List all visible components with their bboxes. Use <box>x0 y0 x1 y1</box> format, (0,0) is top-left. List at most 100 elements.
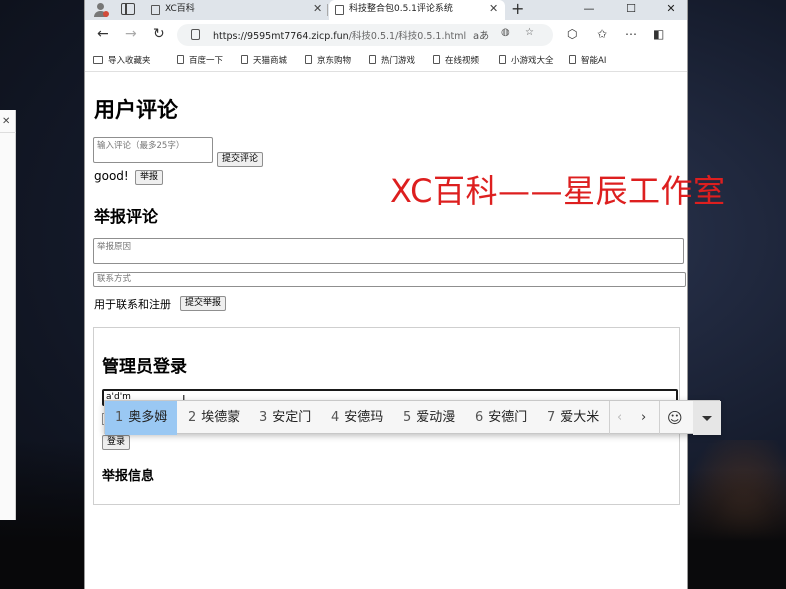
url-path: /科技0.5.1/科技0.5.1.html <box>348 31 467 42</box>
ime-candidate-text: 爱动漫 <box>416 410 456 425</box>
tab-actions-icon[interactable] <box>121 3 135 15</box>
ime-candidate[interactable]: 7 爱大米 <box>537 401 609 435</box>
address-bar[interactable]: https://9595mt7764.zicp.fun/科技0.5.1/科技0.… <box>177 24 553 46</box>
favorite-label: 导入收藏夹 <box>108 56 151 66</box>
chevron-down-icon <box>702 416 712 421</box>
ime-candidate[interactable]: 3 安定门 <box>249 401 321 435</box>
favorite-video[interactable]: 在线视频 <box>433 54 479 68</box>
ime-candidate[interactable]: 4 安德玛 <box>321 401 393 435</box>
comment-input[interactable]: 输入评论（最多25字） <box>93 137 213 163</box>
ime-next-page-icon[interactable]: › <box>641 401 646 435</box>
favorite-label: 智能AI <box>581 56 607 66</box>
ime-candidate-number: 4 <box>331 410 340 425</box>
ime-candidate-bar: 1 奥多姆 2 埃德蒙 3 安定门 4 安德玛 5 爱动漫 6 安德门 7 爱大米 ‹ › ☺ <box>104 400 721 435</box>
ime-prev-page-icon[interactable]: ‹ <box>617 401 622 435</box>
ime-expand-button[interactable] <box>693 401 721 435</box>
favorite-games[interactable]: 热门游戏 <box>369 54 415 68</box>
url-text: https://9595mt7764.zicp.fun/科技0.5.1/科技0.… <box>213 28 466 42</box>
url-host: https://9595mt7764.zicp.fun <box>213 31 349 42</box>
favorite-label: 小游戏大全 <box>511 56 554 66</box>
ime-candidate-text: 奥多姆 <box>128 410 168 425</box>
ime-candidate[interactable]: 6 安德门 <box>465 401 537 435</box>
ime-emoji-icon[interactable]: ☺ <box>667 401 683 435</box>
tab-strip: XC百科 ✕ 科技整合包0.5.1评论系统 ✕ + — ☐ ✕ <box>85 0 687 20</box>
sidebar-toggle-icon[interactable]: ◧ <box>653 27 664 41</box>
ime-candidate-number: 7 <box>547 410 556 425</box>
ime-candidate-number: 6 <box>475 410 484 425</box>
contact-input[interactable]: 联系方式 <box>93 272 686 287</box>
favorite-mini-games[interactable]: 小游戏大全 <box>499 54 554 68</box>
window-minimize-icon[interactable]: — <box>569 0 609 20</box>
favorite-label: 京东购物 <box>317 56 352 66</box>
report-heading: 举报评论 <box>94 207 159 226</box>
window-maximize-icon[interactable]: ☐ <box>611 0 651 20</box>
favorite-tmall[interactable]: 天猫商城 <box>241 54 287 68</box>
new-tab-plus-icon[interactable]: + <box>511 0 524 18</box>
favorites-list-icon[interactable]: ✩ <box>597 27 607 41</box>
login-button[interactable]: 登录 <box>102 435 131 450</box>
submit-report-button[interactable]: 提交举报 <box>180 296 227 311</box>
ime-candidate-number: 3 <box>259 410 268 425</box>
page-title: 用户评论 <box>94 98 178 122</box>
ime-candidate-text: 安德玛 <box>344 410 384 425</box>
report-reason-input[interactable]: 举报原因 <box>93 238 684 264</box>
submit-comment-button[interactable]: 提交评论 <box>217 152 264 167</box>
report-comment-button[interactable]: 举报 <box>135 170 164 185</box>
favorites-bar: 导入收藏夹 百度一下 天猫商城 京东购物 热门游戏 在线视频 小游戏大全 智能A… <box>85 50 687 72</box>
ime-candidate-text: 埃德蒙 <box>201 410 241 425</box>
comment-text: good! <box>94 169 129 183</box>
ime-candidate[interactable]: 1 奥多姆 <box>105 401 178 435</box>
forward-arrow-icon[interactable]: → <box>125 26 137 42</box>
tab-divider <box>327 4 328 16</box>
page-favicon-icon <box>151 5 160 15</box>
watermark-text: XC百科——星辰工作室 <box>390 172 726 210</box>
admin-heading: 管理员登录 <box>102 357 187 377</box>
ime-candidate-text: 爱大米 <box>560 410 600 425</box>
favorite-jd[interactable]: 京东购物 <box>305 54 351 68</box>
page-icon <box>369 55 376 64</box>
page-content: 用户评论 输入评论（最多25字） 提交评论 good! 举报 举报评论 举报原因… <box>85 72 687 589</box>
favorite-star-icon[interactable]: ☆ <box>525 27 534 38</box>
page-icon <box>433 55 440 64</box>
back-arrow-icon[interactable]: ← <box>97 26 109 42</box>
ime-divider <box>659 401 660 435</box>
background-window[interactable]: ✕ <box>0 110 16 520</box>
favorite-label: 在线视频 <box>445 56 480 66</box>
page-icon <box>499 55 506 64</box>
address-toolbar: ← → ↻ https://9595mt7764.zicp.fun/科技0.5.… <box>85 20 687 50</box>
favorite-label: 天猫商城 <box>253 56 288 66</box>
contact-note: 用于联系和注册 <box>94 298 171 311</box>
ime-candidate-number: 5 <box>403 410 412 425</box>
favorite-baidu[interactable]: 百度一下 <box>177 54 223 68</box>
window-close-icon[interactable]: ✕ <box>651 0 691 20</box>
site-info-lock-icon[interactable] <box>191 29 200 40</box>
page-favicon-icon <box>335 5 344 15</box>
favorite-ai[interactable]: 智能AI <box>569 54 606 68</box>
background-window-close-icon[interactable]: ✕ <box>2 116 10 127</box>
ime-candidate-number: 2 <box>188 410 197 425</box>
favorite-import[interactable]: 导入收藏夹 <box>93 54 151 68</box>
tab-xc-baike[interactable]: XC百科 ✕ <box>145 0 327 20</box>
report-info-heading: 举报信息 <box>102 469 155 484</box>
ime-candidate-number: 1 <box>115 410 124 425</box>
folder-icon <box>93 56 103 64</box>
read-aloud-icon[interactable]: aあ <box>473 27 489 42</box>
tab-close-icon[interactable]: ✕ <box>313 0 322 18</box>
ime-candidate[interactable]: 5 爱动漫 <box>393 401 465 435</box>
more-menu-icon[interactable]: ⋯ <box>625 27 637 41</box>
tab-comment-system[interactable]: 科技整合包0.5.1评论系统 ✕ <box>329 0 505 20</box>
extensions-puzzle-icon[interactable]: ⬡ <box>567 27 577 41</box>
browser-window: XC百科 ✕ 科技整合包0.5.1评论系统 ✕ + — ☐ ✕ ← → ↻ ht… <box>84 0 688 589</box>
page-icon <box>241 55 248 64</box>
extension-icon[interactable]: ◍ <box>501 27 510 38</box>
page-icon <box>569 55 576 64</box>
profile-avatar-icon[interactable] <box>93 2 109 18</box>
ime-candidate[interactable]: 2 埃德蒙 <box>178 401 250 435</box>
reload-icon[interactable]: ↻ <box>153 26 165 42</box>
tab-title: 科技整合包0.5.1评论系统 <box>349 4 453 14</box>
page-icon <box>177 55 184 64</box>
favorite-label: 热门游戏 <box>381 56 416 66</box>
page-icon <box>305 55 312 64</box>
ime-candidate-text: 安定门 <box>272 410 312 425</box>
tab-close-icon[interactable]: ✕ <box>489 0 498 18</box>
